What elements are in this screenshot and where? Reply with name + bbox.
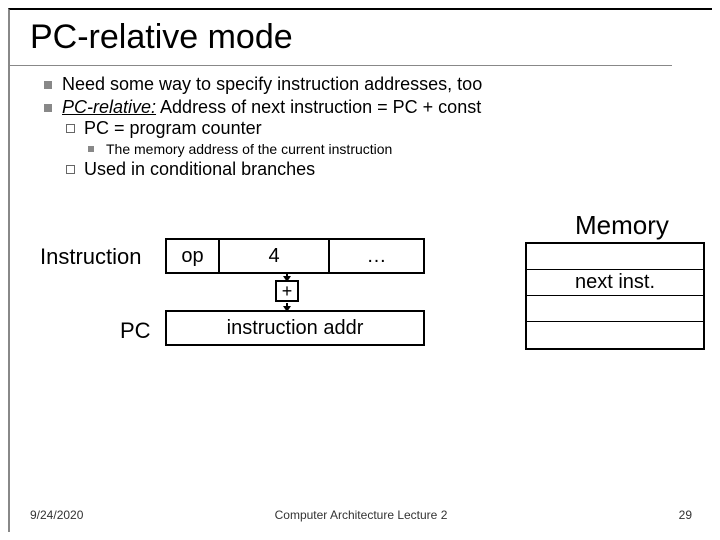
- diagram: Instruction op 4 … + PC instruction addr…: [40, 220, 692, 400]
- footer: 9/24/2020 Computer Architecture Lecture …: [10, 508, 712, 522]
- memory-label: Memory: [575, 210, 669, 241]
- memory-table: next inst.: [525, 242, 705, 350]
- bullet-2a: PC = program counter The memory address …: [62, 118, 692, 157]
- box-op: op: [165, 238, 220, 274]
- bullet-2: PC-relative: Address of next instruction…: [40, 97, 692, 180]
- plus-box: +: [275, 280, 299, 302]
- memory-row: next inst.: [527, 270, 703, 296]
- bullet-2b: Used in conditional branches: [62, 159, 692, 180]
- bullet-2-rest: Address of next instruction = PC + const: [156, 97, 481, 117]
- slide-content: Need some way to specify instruction add…: [10, 66, 712, 180]
- bullet-1-text: Need some way to specify instruction add…: [62, 74, 482, 94]
- box-const: 4: [220, 238, 330, 274]
- instruction-row: op 4 …: [165, 238, 425, 274]
- bullet-2-term: PC-relative:: [62, 97, 156, 117]
- pc-label: PC: [120, 318, 151, 344]
- pc-row: instruction addr: [165, 310, 425, 346]
- memory-row: [527, 322, 703, 348]
- bullet-2a1: The memory address of the current instru…: [84, 141, 692, 157]
- slide-frame: PC-relative mode Need some way to specif…: [8, 8, 712, 532]
- memory-row: [527, 244, 703, 270]
- footer-date: 9/24/2020: [30, 508, 83, 522]
- instruction-label: Instruction: [40, 244, 142, 270]
- memory-row: [527, 296, 703, 322]
- bullet-2b-text: Used in conditional branches: [84, 159, 315, 179]
- bullet-1: Need some way to specify instruction add…: [40, 74, 692, 95]
- footer-lecture: Computer Architecture Lecture 2: [10, 508, 712, 522]
- slide-title: PC-relative mode: [10, 10, 672, 66]
- bullet-2a-text: PC = program counter: [84, 118, 262, 138]
- bullet-2a1-text: The memory address of the current instru…: [106, 141, 392, 157]
- box-dots: …: [330, 238, 425, 274]
- box-instruction-addr: instruction addr: [165, 310, 425, 346]
- footer-page: 29: [679, 508, 692, 522]
